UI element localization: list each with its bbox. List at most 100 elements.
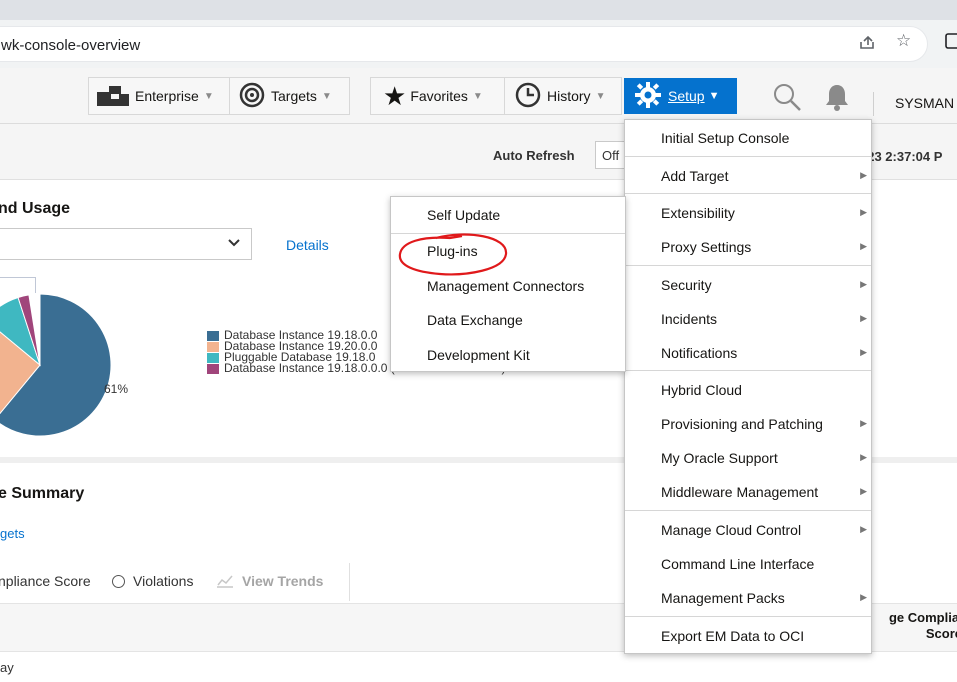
menu-item-label: Management Packs <box>661 590 785 606</box>
menu-item-label: Command Line Interface <box>661 556 815 572</box>
legend-swatch <box>207 341 219 352</box>
targets-label: Targets <box>271 88 317 104</box>
extensibility-menu-item[interactable]: Data Exchange <box>391 312 625 332</box>
menu-item-label: Management Connectors <box>427 278 585 294</box>
favorites-menu-button[interactable]: ★ Favorites ▼ <box>383 78 483 114</box>
setup-menu-item[interactable]: Provisioning and Patching ▶ <box>625 416 871 436</box>
submenu-arrow-icon: ▶ <box>860 313 867 323</box>
submenu-arrow-icon: ▶ <box>860 452 867 462</box>
page-refresh-timestamp: 023 2:37:04 P <box>860 149 943 164</box>
setup-menu-item[interactable]: Add Target ▶ <box>625 168 871 188</box>
nav-divider <box>229 78 230 114</box>
extensibility-menu-item[interactable]: Development Kit <box>391 347 625 367</box>
setup-menu-item[interactable]: Notifications ▶ <box>625 345 871 365</box>
setup-menu-item[interactable]: Incidents ▶ <box>625 311 871 331</box>
menu-item-label: Data Exchange <box>427 312 523 328</box>
menu-divider <box>625 156 871 157</box>
submenu-arrow-icon: ▶ <box>860 207 867 217</box>
menu-item-label: Middleware Management <box>661 484 819 500</box>
summary-tabs: npliance Score Violations View Trends <box>0 563 350 601</box>
menu-divider <box>625 370 871 371</box>
details-link[interactable]: Details <box>286 237 329 253</box>
nav-divider <box>504 78 505 114</box>
setup-label: Setup <box>668 88 705 104</box>
menu-divider <box>625 616 871 617</box>
enterprise-menu-button[interactable]: Enterprise ▼ <box>97 78 214 114</box>
setup-menu-item[interactable]: Management Packs ▶ <box>625 590 871 610</box>
trend-icon <box>216 573 234 592</box>
setup-menu-item[interactable]: Security ▶ <box>625 277 871 297</box>
nav-group-main: Enterprise ▼ Targets ▼ <box>88 77 350 115</box>
menu-item-label: Incidents <box>661 311 718 327</box>
history-menu-button[interactable]: History ▼ <box>515 78 605 114</box>
view-trends-button[interactable]: View Trends <box>242 573 323 589</box>
setup-menu-item[interactable]: Hybrid Cloud <box>625 382 871 402</box>
menu-divider <box>625 510 871 511</box>
menu-item-label: Hybrid Cloud <box>661 382 742 398</box>
url-field[interactable]: wk-console-overview <box>0 26 928 62</box>
chart-frame-line <box>35 277 36 293</box>
menu-item-label: Provisioning and Patching <box>661 416 823 432</box>
username-menu[interactable]: SYSMAN <box>895 95 954 111</box>
chart-frame-line <box>0 277 36 278</box>
submenu-arrow-icon: ▶ <box>860 347 867 357</box>
setup-menu-item[interactable]: Extensibility ▶ <box>625 205 871 225</box>
usage-pie-chart <box>0 293 112 437</box>
legend-swatch <box>207 352 219 363</box>
window-icon[interactable] <box>945 32 957 55</box>
submenu-arrow-icon: ▶ <box>860 486 867 496</box>
clock-icon <box>515 82 541 111</box>
submenu-arrow-icon: ▶ <box>860 170 867 180</box>
menu-divider <box>391 233 625 234</box>
setup-menu-button[interactable]: Setup ▼ <box>624 78 737 114</box>
setup-menu-item[interactable]: Proxy Settings ▶ <box>625 239 871 259</box>
submenu-arrow-icon: ▶ <box>860 241 867 251</box>
submenu-arrow-icon: ▶ <box>860 524 867 534</box>
setup-menu-item[interactable]: Middleware Management ▶ <box>625 484 871 504</box>
table-row[interactable]: ay <box>0 651 957 681</box>
chevron-down-icon: ▼ <box>708 90 720 102</box>
star-icon[interactable]: ☆ <box>896 31 911 51</box>
setup-menu-item[interactable]: My Oracle Support ▶ <box>625 450 871 470</box>
menu-item-label: Extensibility <box>661 205 735 221</box>
violations-radio[interactable] <box>112 575 125 588</box>
extensibility-menu-item[interactable]: Self Update <box>391 207 625 227</box>
chevron-down-icon: ▼ <box>203 90 214 102</box>
menu-item-label: Development Kit <box>427 347 530 363</box>
table-cell: ay <box>0 660 14 675</box>
targets-menu-button[interactable]: Targets ▼ <box>239 78 332 114</box>
setup-menu-item[interactable]: Initial Setup Console <box>625 130 871 150</box>
browser-tab-strip <box>0 0 957 20</box>
extensibility-menu-item[interactable]: Plug-ins <box>391 243 625 263</box>
enterprise-label: Enterprise <box>135 88 199 104</box>
chevron-down-icon: ▼ <box>321 90 332 102</box>
setup-menu-item[interactable]: Command Line Interface <box>625 556 871 576</box>
tab-violations[interactable]: Violations <box>133 573 193 589</box>
setup-menu-item[interactable]: Manage Cloud Control ▶ <box>625 522 871 542</box>
legend-swatch <box>207 330 219 341</box>
extensibility-menu-item[interactable]: Management Connectors <box>391 278 625 298</box>
tab-compliance-score[interactable]: npliance Score <box>0 573 91 589</box>
share-icon[interactable] <box>858 33 876 56</box>
menu-item-label: Plug-ins <box>427 243 478 259</box>
auto-refresh-label: Auto Refresh <box>493 148 575 163</box>
pie-percent-label: 61% <box>104 382 129 396</box>
em-global-header: Enterprise ▼ Targets ▼ ★ Favorites ▼ His… <box>0 68 957 124</box>
menu-item-label: Initial Setup Console <box>661 130 790 146</box>
enterprise-icon <box>97 84 129 109</box>
menu-item-label: Notifications <box>661 345 738 361</box>
setup-dropdown-menu: Initial Setup Console Add Target ▶ Extensib… <box>624 119 872 654</box>
browser-address-bar: wk-console-overview ☆ <box>0 20 957 68</box>
search-icon[interactable] <box>772 82 802 115</box>
menu-item-label: Add Target <box>661 168 729 184</box>
history-label: History <box>547 88 591 104</box>
chevron-down-icon: ▼ <box>472 90 483 102</box>
menu-item-label: Proxy Settings <box>661 239 752 255</box>
bell-icon[interactable] <box>824 83 850 114</box>
setup-menu-item[interactable]: Export EM Data to OCI <box>625 628 871 648</box>
usage-select[interactable] <box>0 228 252 260</box>
menu-item-label: My Oracle Support <box>661 450 778 466</box>
targets-link[interactable]: gets <box>0 526 25 541</box>
chevron-down-icon <box>227 235 241 252</box>
submenu-arrow-icon: ▶ <box>860 592 867 602</box>
